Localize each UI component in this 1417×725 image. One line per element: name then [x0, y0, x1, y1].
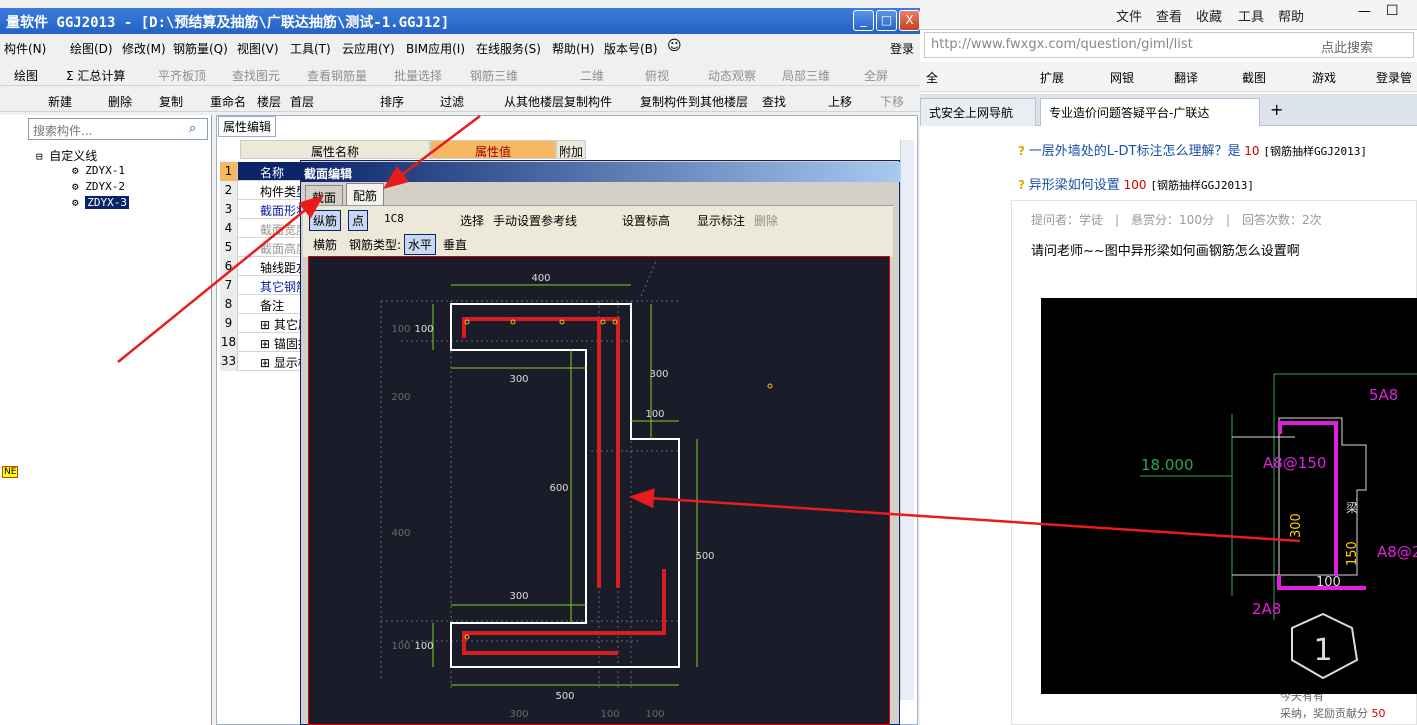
- annotation-arrows: [117, 115, 1301, 543]
- arrow: [383, 115, 481, 190]
- arrow: [629, 488, 1301, 543]
- arrow: [117, 194, 324, 363]
